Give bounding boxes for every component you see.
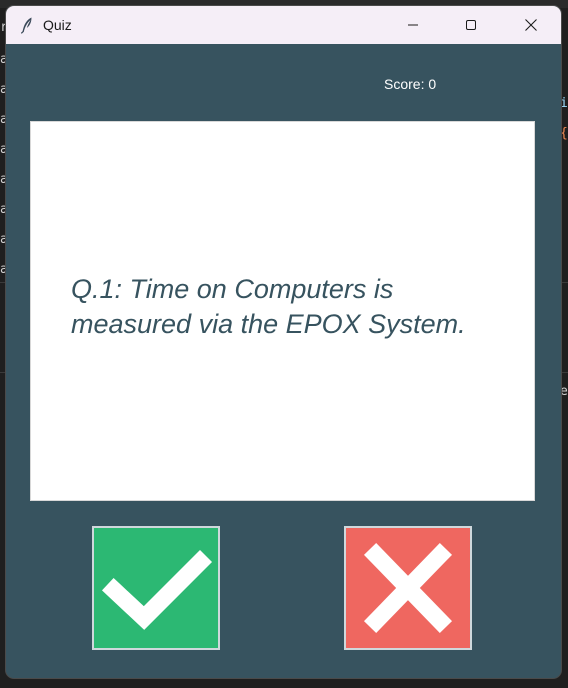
minimize-button[interactable] [384, 6, 442, 44]
quiz-window: Quiz Score: 0 Q.1: Time on Computers is … [6, 6, 561, 678]
background-divider [561, 282, 568, 283]
maximize-button[interactable] [442, 6, 500, 44]
false-button[interactable] [344, 526, 472, 650]
minimize-icon [407, 19, 419, 31]
background-divider [561, 372, 568, 373]
window-title: Quiz [43, 17, 72, 33]
close-button[interactable] [502, 6, 560, 44]
quiz-content: Score: 0 Q.1: Time on Computers is measu… [6, 44, 561, 678]
background-code-char: { [560, 126, 568, 141]
title-bar[interactable]: Quiz [6, 6, 561, 44]
question-card: Q.1: Time on Computers is measured via t… [30, 121, 535, 501]
true-button[interactable] [92, 526, 220, 650]
score-label: Score: 0 [384, 76, 437, 92]
feather-icon [18, 16, 36, 34]
maximize-icon [465, 19, 477, 31]
question-text: Q.1: Time on Computers is measured via t… [71, 274, 466, 339]
close-icon [524, 18, 538, 32]
background-code-char: e [560, 384, 568, 399]
background-code-char: i [560, 96, 568, 111]
